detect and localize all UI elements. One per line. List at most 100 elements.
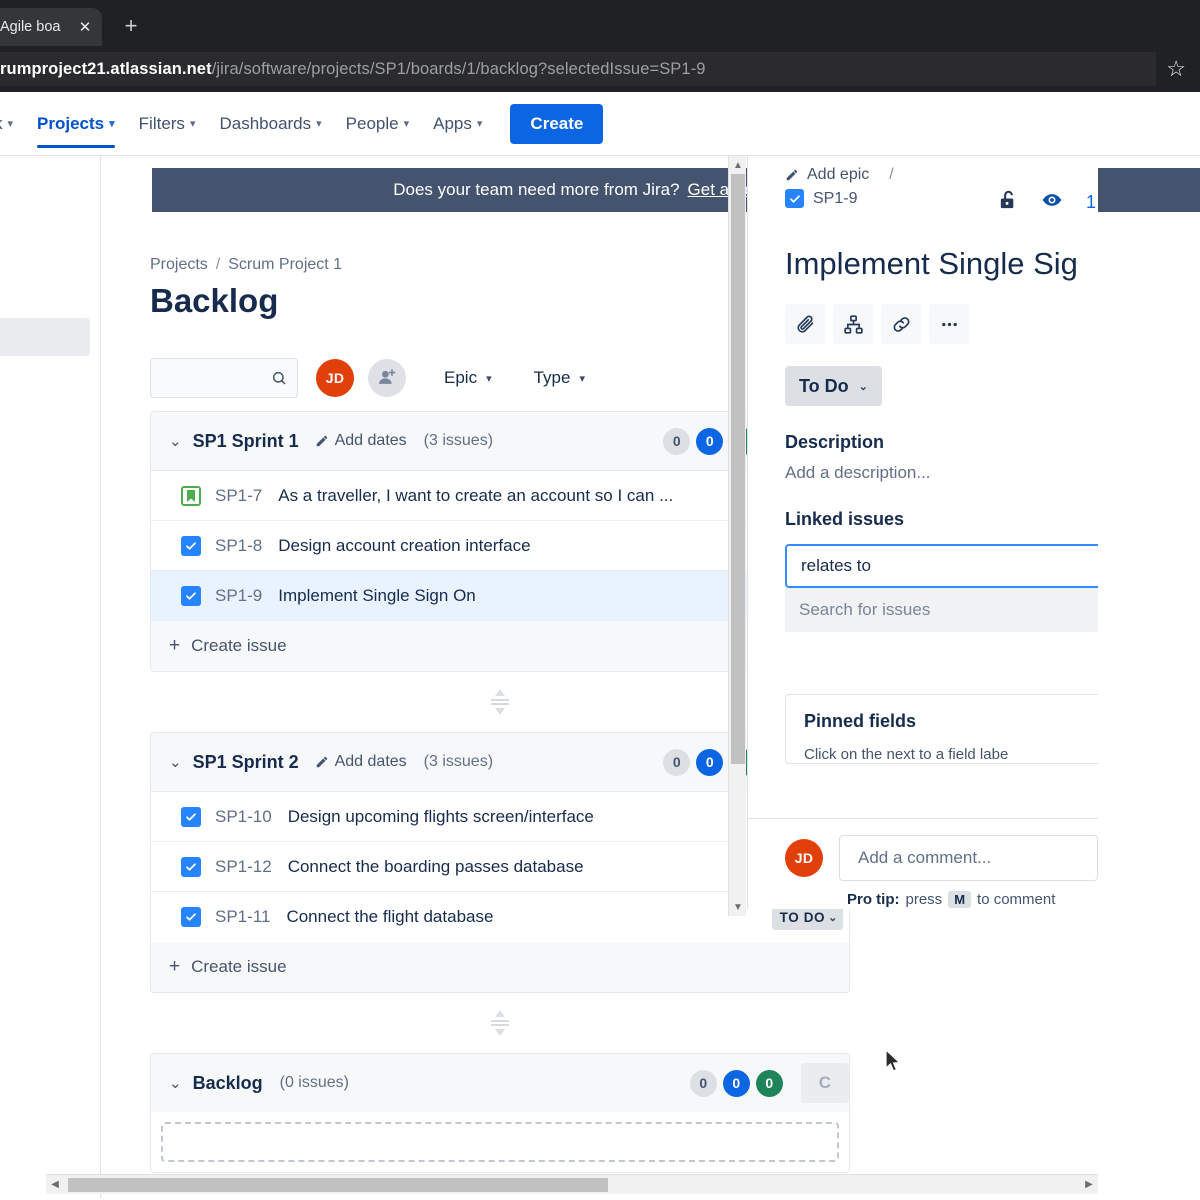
breadcrumb-separator: / <box>889 166 894 183</box>
backlog-name: Backlog <box>192 1072 263 1093</box>
chevron-down-icon[interactable]: ⌄ <box>169 432 182 450</box>
backlog-status-pills: 0 0 0 C <box>689 1063 849 1103</box>
issue-summary[interactable]: Design account creation interface <box>278 536 771 556</box>
breadcrumb: Projects / Scrum Project 1 <box>150 256 342 274</box>
attach-icon[interactable] <box>785 304 825 344</box>
issue-summary[interactable]: Design upcoming flights screen/interface <box>288 807 772 827</box>
chevron-down-icon[interactable]: ⌄ <box>169 1074 182 1092</box>
sidebar-item-active[interactable] <box>0 318 90 356</box>
epic-filter-dropdown[interactable]: Epic ▾ <box>440 362 496 394</box>
detail-issue-key-row[interactable]: SP1-9 <box>785 189 997 208</box>
scrollbar-thumb[interactable] <box>731 174 745 764</box>
link-type-select[interactable]: relates to <box>785 544 1098 588</box>
backlog-dropzone <box>161 1122 839 1162</box>
scrollbar-thumb[interactable] <box>68 1178 608 1192</box>
new-tab-button[interactable]: + <box>114 9 148 43</box>
create-issue-label: Create issue <box>191 636 287 655</box>
issue-summary[interactable]: Implement Single Sign On <box>278 586 771 606</box>
avatar[interactable]: JD <box>316 359 354 397</box>
issue-key[interactable]: SP1-11 <box>215 907 270 927</box>
avatar[interactable]: JD <box>785 839 823 877</box>
breadcrumb-project[interactable]: Scrum Project 1 <box>228 256 342 274</box>
breadcrumb-projects[interactable]: Projects <box>150 256 208 274</box>
browser-tab[interactable]: Agile boa ✕ <box>0 8 102 46</box>
scroll-left-arrow[interactable]: ◀ <box>46 1176 64 1194</box>
detail-issue-title[interactable]: Implement Single Sig <box>785 246 1098 282</box>
watch-count: 1 <box>1085 191 1096 212</box>
unlock-icon[interactable] <box>997 188 1020 216</box>
resize-vertical-icon <box>491 689 509 715</box>
add-epic-label: Add epic <box>807 166 870 183</box>
description-placeholder[interactable]: Add a description... <box>785 463 1098 483</box>
detail-header: Add epic / SP1-9 1 <box>785 156 1098 216</box>
url-host: rumproject21.atlassian.net <box>0 59 212 78</box>
chevron-down-icon[interactable]: ⌄ <box>169 753 182 771</box>
create-sprint-button[interactable]: C <box>800 1063 849 1103</box>
child-issue-icon[interactable] <box>833 304 873 344</box>
nav-item-filters[interactable]: Filters ▾ <box>127 92 208 156</box>
nav-item-projects[interactable]: Projects ▾ <box>25 92 127 156</box>
add-epic-button[interactable]: Add epic / <box>785 166 997 184</box>
sprint-resize-handle[interactable] <box>150 993 850 1053</box>
vertical-scrollbar[interactable]: ▲ ▼ <box>728 156 746 916</box>
sprint-name: SP1 Sprint 1 <box>192 430 299 451</box>
pill-inprogress[interactable]: 0 <box>696 748 724 776</box>
more-options-icon[interactable] <box>929 304 969 344</box>
scroll-up-arrow[interactable]: ▲ <box>729 156 747 174</box>
status-label: TO DO <box>779 909 826 925</box>
comment-bar: JD Add a comment... Pro tip: press M to … <box>747 818 1098 909</box>
add-dates-button[interactable]: Add dates <box>315 432 407 450</box>
issue-key[interactable]: SP1-9 <box>215 586 262 606</box>
issue-summary[interactable]: Connect the boarding passes database <box>288 857 772 877</box>
pill-todo[interactable]: 0 <box>689 1069 717 1097</box>
issue-detail-panel: Add epic / SP1-9 1 Implement Single Sig … <box>747 156 1098 818</box>
nav-item-apps[interactable]: Apps ▾ <box>421 92 494 156</box>
link-icon[interactable] <box>881 304 921 344</box>
scroll-right-arrow[interactable]: ▶ <box>1080 1176 1098 1194</box>
description-heading: Description <box>785 432 885 452</box>
issue-summary[interactable]: Connect the flight database <box>286 907 771 927</box>
horizontal-scrollbar[interactable]: ◀ ▶ <box>46 1174 1098 1194</box>
comment-input[interactable]: Add a comment... <box>839 835 1098 881</box>
search-input[interactable] <box>150 358 298 398</box>
task-type-icon <box>181 535 201 556</box>
create-issue-button[interactable]: + Create issue <box>151 942 849 992</box>
add-dates-button[interactable]: Add dates <box>315 753 407 771</box>
add-dates-label: Add dates <box>334 432 407 449</box>
backlog-header[interactable]: ⌄ Backlog (0 issues) 0 0 0 C <box>151 1054 849 1112</box>
add-person-icon[interactable] <box>368 359 406 397</box>
issue-key[interactable]: SP1-8 <box>215 536 262 556</box>
nav-item-label: k <box>0 114 3 134</box>
address-bar[interactable]: rumproject21.atlassian.net/jira/software… <box>0 52 1157 86</box>
eye-icon[interactable] <box>1040 190 1064 215</box>
link-issue-search-input[interactable]: Search for issues <box>785 588 1098 632</box>
pill-done[interactable]: 0 <box>755 1069 783 1097</box>
detail-issue-key[interactable]: SP1-9 <box>813 190 857 208</box>
issue-summary[interactable]: As a traveller, I want to create an acco… <box>278 486 771 506</box>
url-bar-row: rumproject21.atlassian.net/jira/software… <box>0 46 1200 92</box>
create-button[interactable]: Create <box>510 103 604 144</box>
link-issue-search-placeholder: Search for issues <box>799 600 931 619</box>
chevron-down-icon: ⌄ <box>828 911 838 924</box>
nav-item-work[interactable]: k ▾ <box>0 92 25 156</box>
issue-key[interactable]: SP1-7 <box>215 486 262 506</box>
pencil-icon <box>316 756 327 768</box>
create-issue-label: Create issue <box>191 957 287 976</box>
tab-title: Agile boa <box>0 19 61 35</box>
star-icon[interactable]: ☆ <box>1166 56 1186 82</box>
nav-item-people[interactable]: People ▾ <box>334 92 421 156</box>
pro-tip: Pro tip: press M to comment <box>847 891 1098 908</box>
pill-todo[interactable]: 0 <box>663 748 691 776</box>
issue-key[interactable]: SP1-10 <box>215 807 272 827</box>
type-filter-dropdown[interactable]: Type ▾ <box>530 362 589 394</box>
pill-inprogress[interactable]: 0 <box>696 427 724 455</box>
status-dropdown-button[interactable]: To Do ⌄ <box>785 366 882 406</box>
issue-key[interactable]: SP1-12 <box>215 857 272 877</box>
scroll-down-arrow[interactable]: ▼ <box>729 898 747 916</box>
pill-todo[interactable]: 0 <box>663 427 691 455</box>
pinned-fields-subtitle: Click on the next to a field labe <box>804 746 1009 763</box>
nav-item-dashboards[interactable]: Dashboards ▾ <box>207 92 333 156</box>
close-icon[interactable]: ✕ <box>74 16 96 38</box>
chevron-down-icon: ▾ <box>189 118 196 130</box>
pill-inprogress[interactable]: 0 <box>722 1069 750 1097</box>
